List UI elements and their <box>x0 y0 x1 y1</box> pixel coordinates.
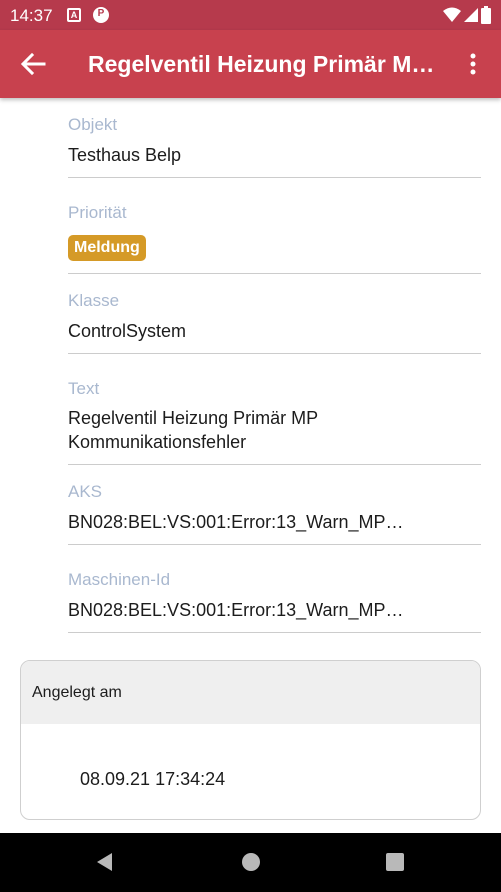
notification-a-icon: A <box>67 8 81 22</box>
field-label: Objekt <box>68 115 118 134</box>
nav-home-button[interactable] <box>240 851 262 873</box>
field-label: Priorität <box>68 203 127 222</box>
more-vert-icon <box>470 53 476 75</box>
field-text: Text Regelventil Heizung Primär MP Kommu… <box>68 376 481 465</box>
back-button[interactable] <box>18 50 48 78</box>
notification-p-icon: P <box>93 7 109 23</box>
field-value: ControlSystem <box>68 321 187 341</box>
nav-back-icon <box>97 853 112 871</box>
app-bar: Regelventil Heizung Primär MP Kommunikat… <box>0 30 501 98</box>
field-prioritaet: Priorität Meldung <box>68 200 481 274</box>
field-label: Klasse <box>68 291 120 310</box>
field-value: Testhaus Belp <box>68 145 182 165</box>
nav-home-icon <box>242 853 260 871</box>
card-body: 08.09.21 17:34:24 <box>21 724 480 819</box>
status-bar: 14:37 A P <box>0 0 501 30</box>
field-value: BN028:BEL:VS:001:Error:13_Warn_MP_Kommun… <box>68 512 413 532</box>
status-time: 14:37 <box>10 6 53 25</box>
field-label: Text <box>68 379 100 398</box>
system-icons <box>443 6 491 24</box>
field-label: AKS <box>68 482 103 501</box>
field-klasse: Klasse ControlSystem <box>68 288 481 354</box>
field-label: Maschinen-Id <box>68 570 171 589</box>
page-title: Regelventil Heizung Primär MP Kommunikat… <box>88 51 438 77</box>
field-aks: AKS BN028:BEL:VS:001:Error:13_Warn_MP_Ko… <box>68 479 481 545</box>
signal-icon <box>464 8 478 22</box>
nav-recents-button[interactable] <box>384 851 406 873</box>
navigation-bar <box>0 833 501 892</box>
field-objekt: Objekt Testhaus Belp <box>68 112 481 178</box>
created-card: Angelegt am 08.09.21 17:34:24 <box>20 660 481 820</box>
battery-icon <box>481 6 491 24</box>
card-header-label: Angelegt am <box>32 684 122 701</box>
field-value: BN028:BEL:VS:001:Error:13_Warn_MP_Kommun… <box>68 600 413 620</box>
wifi-icon <box>443 7 461 22</box>
card-header: Angelegt am <box>21 661 480 724</box>
priority-badge: Meldung <box>68 235 146 261</box>
nav-back-button[interactable] <box>94 851 116 873</box>
arrow-left-icon <box>20 52 46 76</box>
field-value: Regelventil Heizung Primär MP Kommunikat… <box>68 408 318 452</box>
created-timestamp: 08.09.21 17:34:24 <box>80 769 226 789</box>
nav-recents-icon <box>386 853 404 871</box>
more-options-button[interactable] <box>463 50 483 78</box>
field-maschinen-id: Maschinen-Id BN028:BEL:VS:001:Error:13_W… <box>68 567 481 633</box>
